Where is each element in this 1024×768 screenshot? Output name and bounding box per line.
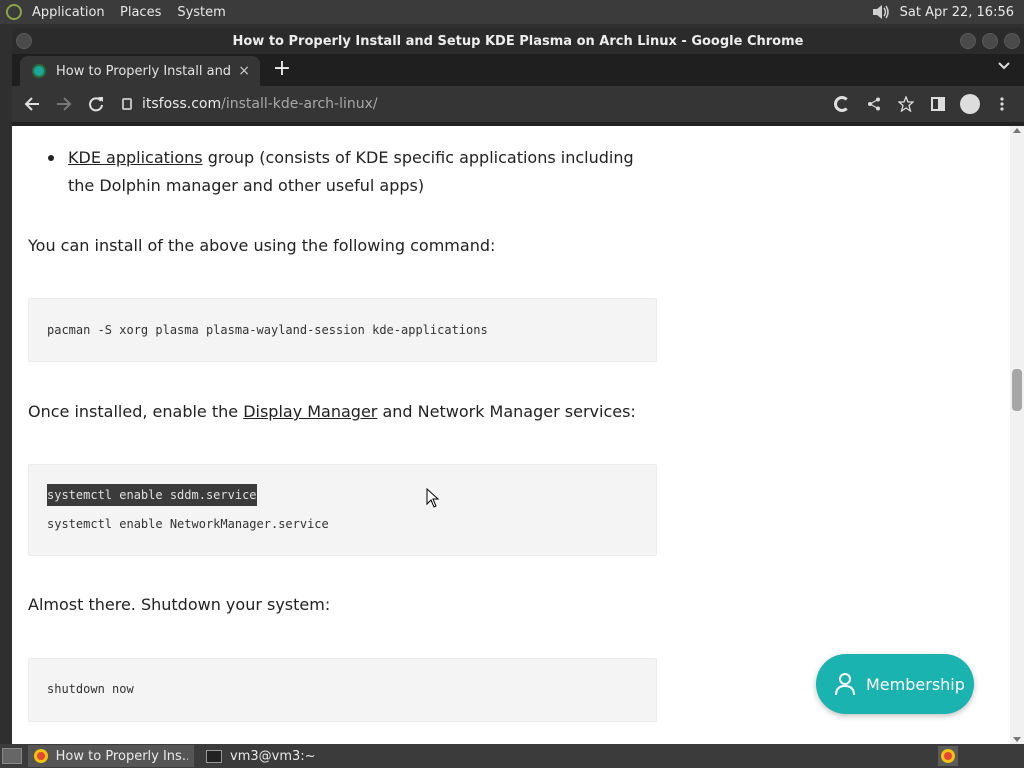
tab-active[interactable]: How to Properly Install and Setup KDE Pl…: [20, 56, 260, 86]
membership-button[interactable]: Membership: [816, 654, 974, 714]
kde-applications-link[interactable]: KDE applications: [68, 148, 203, 167]
taskbar-item-chrome[interactable]: How to Properly Ins...: [28, 745, 194, 767]
code-line[interactable]: shutdown now: [47, 675, 656, 704]
scrollbar-thumb[interactable]: [1012, 369, 1022, 411]
taskbar-item-label: vm3@vm3:~: [230, 748, 316, 764]
volume-icon[interactable]: [872, 4, 890, 20]
scroll-down-arrow-icon[interactable]: [1013, 737, 1021, 742]
show-desktop-icon[interactable]: [2, 748, 22, 764]
selected-code-text[interactable]: systemctl enable sddm.service: [47, 484, 257, 506]
distro-logo-icon[interactable]: [6, 4, 22, 20]
new-tab-button[interactable]: +: [272, 58, 292, 80]
tray-chrome-launcher[interactable]: [938, 746, 958, 766]
window-title: How to Properly Install and Setup KDE Pl…: [232, 33, 804, 49]
vertical-scrollbar[interactable]: [1010, 126, 1024, 744]
system-menu[interactable]: System: [177, 5, 225, 20]
bookmark-star-button[interactable]: [894, 92, 918, 116]
bullet-dot: [48, 155, 54, 161]
forward-arrow-icon: [57, 97, 72, 111]
lock-icon[interactable]: [122, 98, 132, 110]
reload-icon: [89, 97, 103, 112]
code-block-pacman: pacman -S xorg plasma plasma-wayland-ses…: [28, 298, 657, 362]
address-bar[interactable]: itsfoss.com/install-kde-arch-linux/: [122, 90, 812, 118]
url-domain: itsfoss.com: [142, 96, 222, 112]
membership-label: Membership: [866, 674, 965, 694]
tab-search-chevron-icon[interactable]: [998, 62, 1010, 70]
profile-avatar-icon: [960, 94, 980, 114]
panel-clock[interactable]: Sat Apr 22, 16:56: [900, 5, 1014, 20]
close-window-button[interactable]: [1004, 33, 1020, 49]
places-menu[interactable]: Places: [120, 5, 161, 20]
tab-strip: How to Properly Install and Setup KDE Pl…: [12, 54, 1024, 86]
back-arrow-icon: [24, 97, 39, 111]
page-content: KDE applications group (consists of KDE …: [12, 126, 1024, 744]
code-line[interactable]: systemctl enable sddm.service: [47, 481, 656, 510]
paragraph-shutdown: Almost there. Shutdown your system:: [28, 595, 331, 614]
paragraph-text: and Network Manager services:: [377, 402, 636, 421]
browser-window: How to Properly Install and Setup KDE Pl…: [12, 28, 1024, 744]
tab-close-icon[interactable]: ×: [238, 63, 250, 79]
taskbar-item-label: How to Properly Ins...: [55, 748, 188, 764]
person-icon: [835, 673, 855, 696]
browser-toolbar: itsfoss.com/install-kde-arch-linux/: [12, 86, 1024, 122]
mouse-cursor-icon: [426, 488, 440, 508]
toolbar-actions: [822, 92, 1014, 116]
terminal-icon: [206, 749, 222, 763]
window-title-bar[interactable]: How to Properly Install and Setup KDE Pl…: [12, 28, 1024, 54]
list-item: KDE applications group (consists of KDE …: [48, 144, 658, 200]
kebab-menu-icon: [1000, 97, 1004, 111]
code-block-systemctl: systemctl enable sddm.service systemctl …: [28, 464, 657, 556]
url-path: /install-kde-arch-linux/: [221, 96, 378, 112]
chrome-icon: [34, 749, 48, 763]
scroll-up-arrow-icon[interactable]: [1013, 128, 1021, 133]
chrome-menu-button[interactable]: [990, 92, 1014, 116]
top-system-panel: Applications Places System Sat Apr 22, 1…: [0, 0, 1024, 24]
code-line[interactable]: systemctl enable NetworkManager.service: [47, 510, 656, 539]
reload-button[interactable]: [84, 92, 108, 116]
display-manager-link[interactable]: Display Manager: [243, 402, 377, 421]
bottom-taskbar: How to Properly Ins... vm3@vm3:~: [0, 744, 1024, 768]
profile-button[interactable]: [958, 92, 982, 116]
google-icon: [834, 96, 850, 112]
tab-title: How to Properly Install and Setup KDE Pl…: [56, 63, 236, 79]
site-favicon-icon: [32, 64, 46, 78]
code-line[interactable]: pacman -S xorg plasma plasma-wayland-ses…: [47, 316, 656, 345]
window-menu-button[interactable]: [16, 33, 32, 49]
forward-button[interactable]: [52, 92, 76, 116]
minimize-button[interactable]: [960, 33, 976, 49]
side-panel-button[interactable]: [926, 92, 950, 116]
paragraph-enable-services: Once installed, enable the Display Manag…: [28, 402, 636, 421]
code-block-shutdown: shutdown now: [28, 658, 657, 722]
applications-menu[interactable]: Applications: [32, 5, 104, 20]
paragraph-text: Once installed, enable the: [28, 402, 244, 421]
taskbar-item-terminal[interactable]: vm3@vm3:~: [200, 745, 322, 767]
maximize-button[interactable]: [982, 33, 998, 49]
paragraph-install: You can install of the above using the f…: [28, 236, 496, 255]
side-panel-icon: [931, 97, 945, 111]
share-icon: [868, 97, 880, 111]
share-button[interactable]: [862, 92, 886, 116]
star-icon: [898, 96, 914, 112]
chrome-icon: [941, 749, 955, 763]
back-button[interactable]: [20, 92, 44, 116]
google-lens-button[interactable]: [830, 92, 854, 116]
panel-tray: Sat Apr 22, 16:56: [872, 4, 1014, 20]
